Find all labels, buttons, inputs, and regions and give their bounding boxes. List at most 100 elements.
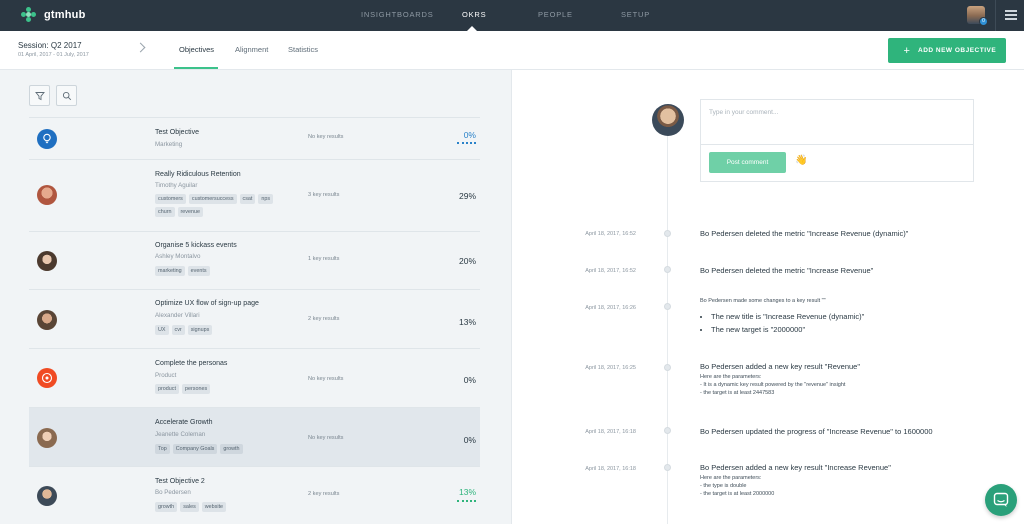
main-nav: INSIGHTBOARDS OKRS PEOPLE SETUP <box>0 0 1024 31</box>
tag[interactable]: csat <box>239 194 256 204</box>
tag[interactable]: nps <box>258 194 274 204</box>
objective-owner: Ashley Montalvo <box>155 253 201 260</box>
event-detail: - the type is double <box>700 483 747 489</box>
objective-progress: 13% <box>458 317 476 327</box>
notification-badge[interactable]: 0 <box>979 17 988 26</box>
objective-owner: Timothy Aguilar <box>155 182 198 189</box>
nav-okrs[interactable]: OKRS <box>462 10 486 19</box>
top-navbar: gtmhub INSIGHTBOARDS OKRS PEOPLE SETUP 0 <box>0 0 1024 31</box>
objective-row-selected[interactable]: Accelerate Growth Jeanette Coleman Top C… <box>29 408 480 467</box>
key-results-count: No key results <box>308 134 344 140</box>
event-text: Bo Pedersen updated the progress of "Inc… <box>700 427 933 436</box>
tag-list: Top Company Goals growth <box>155 444 295 454</box>
tag-list: product persones <box>155 384 295 394</box>
event-time: April 18, 2017, 16:18 <box>585 466 636 472</box>
tag[interactable]: cvr <box>171 325 185 335</box>
timeline-dot <box>664 230 671 237</box>
avatar <box>37 486 57 506</box>
lightbulb-icon <box>37 129 57 149</box>
tag-list: marketing events <box>155 266 295 276</box>
event-detail: Here are the parameters: <box>700 475 762 481</box>
tag[interactable]: events <box>187 266 210 276</box>
tag[interactable]: persones <box>181 384 211 394</box>
objective-row[interactable]: Test Objective Marketing No key results … <box>29 118 480 160</box>
objective-progress: 29% <box>458 191 476 201</box>
avatar <box>37 185 57 205</box>
tag[interactable]: churn <box>155 207 175 217</box>
objective-title[interactable]: Really Ridiculous Retention <box>155 171 241 178</box>
key-results-count: No key results <box>308 435 344 441</box>
chevron-right-icon[interactable] <box>135 42 146 53</box>
tab-statistics[interactable]: Statistics <box>288 45 318 54</box>
event-text: Bo Pedersen deleted the metric "Increase… <box>700 266 874 275</box>
tab-objectives[interactable]: Objectives <box>179 45 214 54</box>
tag[interactable]: growth <box>155 502 178 512</box>
session-title[interactable]: Session: Q2 2017 <box>18 41 82 50</box>
tag[interactable]: marketing <box>155 266 185 276</box>
plus-icon: + <box>903 44 911 57</box>
post-comment-button[interactable]: Post comment <box>709 152 786 173</box>
filter-icon <box>35 92 45 101</box>
nav-setup[interactable]: SETUP <box>621 10 650 19</box>
avatar <box>37 428 57 448</box>
event-bullets: The new title is "Increase Revenue (dyna… <box>711 310 864 336</box>
tag[interactable]: customers <box>155 194 186 204</box>
tab-alignment[interactable]: Alignment <box>235 45 268 54</box>
objective-title[interactable]: Organise 5 kickass events <box>155 242 237 249</box>
event-time: April 18, 2017, 16:52 <box>585 231 636 237</box>
nav-insightboards[interactable]: INSIGHTBOARDS <box>361 10 434 19</box>
tag[interactable]: Top <box>155 444 170 454</box>
objective-row[interactable]: Really Ridiculous Retention Timothy Agui… <box>29 160 480 232</box>
tag[interactable]: sales <box>180 502 199 512</box>
hand-emoji-icon[interactable]: 👋 <box>795 155 807 166</box>
avatar <box>37 251 57 271</box>
timeline-dot <box>664 266 671 273</box>
event-detail: Here are the parameters: <box>700 374 762 380</box>
nav-people[interactable]: PEOPLE <box>538 10 573 19</box>
objective-owner: Marketing <box>155 141 183 148</box>
objective-title[interactable]: Test Objective <box>155 129 199 136</box>
objective-title[interactable]: Accelerate Growth <box>155 419 213 426</box>
timeline-dot <box>664 303 671 310</box>
avatar <box>37 310 57 330</box>
tag[interactable]: customersuccess <box>188 194 237 204</box>
filter-button[interactable] <box>29 85 50 106</box>
progress-indicator <box>457 500 476 502</box>
event-time: April 18, 2017, 16:26 <box>585 305 636 311</box>
objective-row[interactable]: Organise 5 kickass events Ashley Montalv… <box>29 232 480 290</box>
key-results-count: 1 key results <box>308 256 340 262</box>
chat-launcher-button[interactable] <box>985 484 1017 516</box>
tag-list: UX cvr signups <box>155 325 295 335</box>
tag[interactable]: revenue <box>177 207 203 217</box>
tag[interactable]: signups <box>187 325 213 335</box>
objective-title[interactable]: Optimize UX flow of sign-up page <box>155 300 259 307</box>
session-dates: 01 April, 2017 - 01 July, 2017 <box>18 52 89 58</box>
event-heading: Bo Pedersen made some changes to a key r… <box>700 298 826 304</box>
objective-row[interactable]: Complete the personas Product product pe… <box>29 349 480 408</box>
objective-title[interactable]: Complete the personas <box>155 360 227 367</box>
comment-box: Post comment 👋 <box>700 99 974 182</box>
objective-title[interactable]: Test Objective 2 <box>155 478 205 485</box>
add-objective-button[interactable]: + ADD NEW OBJECTIVE <box>888 38 1006 63</box>
tag[interactable]: growth <box>220 444 243 454</box>
timeline-dot <box>664 427 671 434</box>
chat-icon <box>993 492 1009 507</box>
comment-input[interactable] <box>701 100 973 145</box>
progress-indicator <box>457 142 476 144</box>
key-results-count: 2 key results <box>308 491 340 497</box>
tag[interactable]: UX <box>155 325 169 335</box>
objective-row[interactable]: Optimize UX flow of sign-up page Alexand… <box>29 290 480 349</box>
objective-owner: Alexander Villari <box>155 312 200 319</box>
objective-row[interactable]: Test Objective 2 Bo Pedersen growth sale… <box>29 467 480 524</box>
objective-progress: 13% <box>458 487 476 497</box>
add-objective-label: ADD NEW OBJECTIVE <box>918 47 997 54</box>
tag[interactable]: website <box>201 502 227 512</box>
key-results-count: No key results <box>308 376 344 382</box>
search-button[interactable] <box>56 85 77 106</box>
tag[interactable]: Company Goals <box>172 444 218 454</box>
current-user-avatar <box>652 104 684 136</box>
tag[interactable]: product <box>155 384 179 394</box>
objective-owner: Product <box>155 372 177 379</box>
event-time: April 18, 2017, 16:18 <box>585 429 636 435</box>
menu-icon[interactable] <box>1005 10 1017 20</box>
